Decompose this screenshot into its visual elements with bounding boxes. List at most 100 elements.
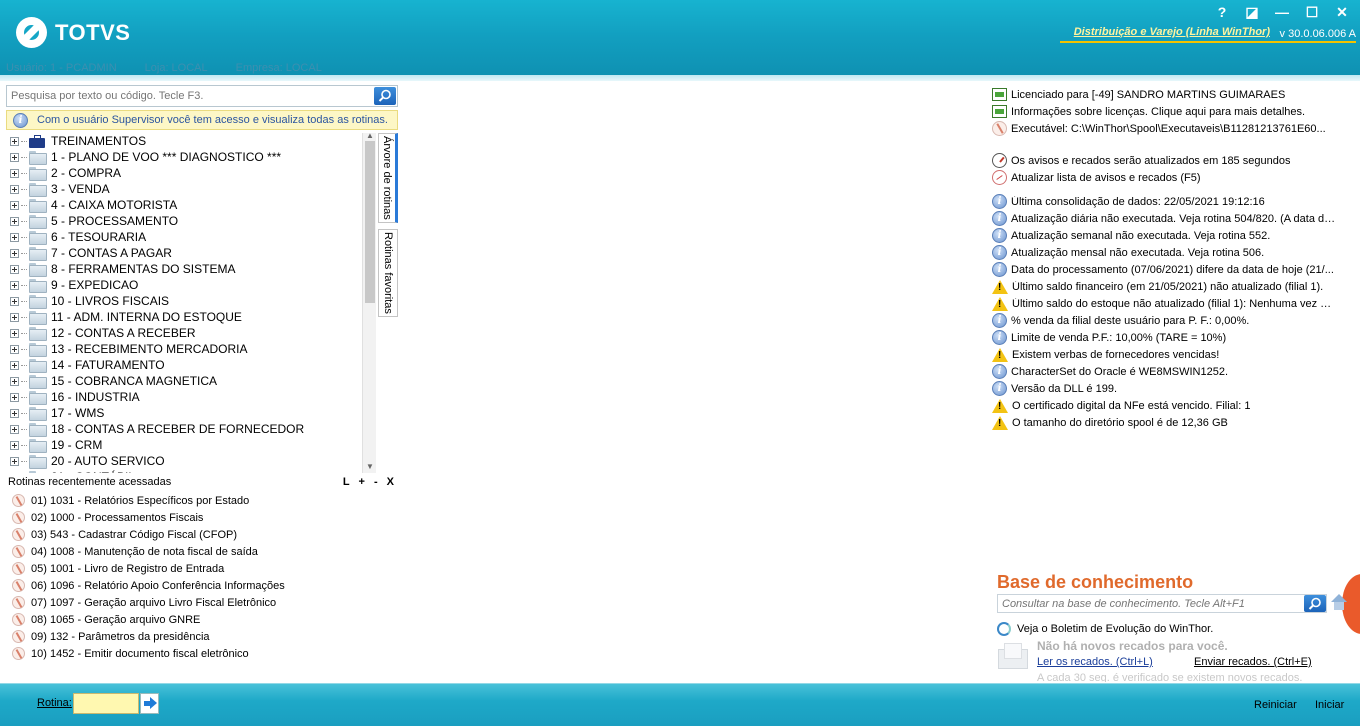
tree-scrollbar[interactable]: ▲ ▼ <box>362 131 376 473</box>
expand-icon[interactable] <box>10 328 19 338</box>
notice-item[interactable]: Data do processamento (07/06/2021) difer… <box>992 261 1337 278</box>
notice-item[interactable]: Atualização diária não executada. Veja r… <box>992 210 1337 227</box>
expand-icon[interactable] <box>10 152 19 162</box>
scroll-up-icon[interactable]: ▲ <box>366 131 374 140</box>
tree-item[interactable]: 18 - CONTAS A RECEBER DE FORNECEDOR <box>6 421 378 437</box>
read-messages-link[interactable]: Ler os recados. (Ctrl+L) <box>1037 656 1153 668</box>
tree-item[interactable]: TREINAMENTOS <box>6 133 378 149</box>
notice-text[interactable]: Atualizar lista de avisos e recados (F5) <box>1011 172 1201 184</box>
notice-text[interactable]: Último saldo do estoque não atualizado (… <box>1012 298 1337 310</box>
recent-expand-button[interactable]: + <box>359 476 365 488</box>
tree-item[interactable]: 16 - INDUSTRIA <box>6 389 378 405</box>
tree-item[interactable]: 14 - FATURAMENTO <box>6 357 378 373</box>
recent-routine-item[interactable]: 03) 543 - Cadastrar Código Fiscal (CFOP) <box>12 526 285 543</box>
notice-item[interactable]: Atualizar lista de avisos e recados (F5) <box>992 169 1337 186</box>
notice-item[interactable]: O tamanho do diretório spool é de 12,36 … <box>992 414 1337 431</box>
notice-item[interactable]: O certificado digital da NFe está vencid… <box>992 397 1337 414</box>
bulletin-text[interactable]: Veja o Boletim de Evolução do WinThor. <box>1017 623 1213 635</box>
home-icon[interactable] <box>1330 594 1348 612</box>
tree-item[interactable]: 10 - LIVROS FISCAIS <box>6 293 378 309</box>
notice-item[interactable]: Informações sobre licenças. Clique aqui … <box>992 103 1337 120</box>
notice-item[interactable]: Executável: C:\WinThor\Spool\Executaveis… <box>992 120 1337 137</box>
tree-item[interactable]: 8 - FERRAMENTAS DO SISTEMA <box>6 261 378 277</box>
notice-item[interactable]: Último saldo do estoque não atualizado (… <box>992 295 1337 312</box>
notice-text[interactable]: Licenciado para [-49] SANDRO MARTINS GUI… <box>1011 89 1285 101</box>
expand-icon[interactable] <box>10 312 19 322</box>
routine-go-button[interactable] <box>140 693 159 714</box>
knowledge-base-input[interactable] <box>998 595 1298 612</box>
expand-icon[interactable] <box>10 296 19 306</box>
minimize-button[interactable]: — <box>1274 4 1290 21</box>
expand-icon[interactable] <box>10 392 19 402</box>
notice-text[interactable]: Atualização semanal não executada. Veja … <box>1011 230 1270 242</box>
send-messages-link[interactable]: Enviar recados. (Ctrl+E) <box>1194 656 1312 668</box>
maximize-button[interactable]: ☐ <box>1304 4 1320 21</box>
tree-item[interactable]: 2 - COMPRA <box>6 165 378 181</box>
notice-item[interactable]: CharacterSet do Oracle é WE8MSWIN1252. <box>992 363 1337 380</box>
notice-item[interactable]: Os avisos e recados serão atualizados em… <box>992 152 1337 169</box>
notice-text[interactable]: O tamanho do diretório spool é de 12,36 … <box>1012 417 1228 429</box>
expand-icon[interactable] <box>10 184 19 194</box>
notice-text[interactable]: O certificado digital da NFe está vencid… <box>1012 400 1250 412</box>
expand-icon[interactable] <box>10 248 19 258</box>
recent-routine-item[interactable]: 07) 1097 - Geração arquivo Livro Fiscal … <box>12 594 285 611</box>
start-button[interactable]: Iniciar <box>1315 699 1344 711</box>
restart-button[interactable]: Reiniciar <box>1254 699 1297 711</box>
expand-icon[interactable] <box>10 344 19 354</box>
recent-routine-item[interactable]: 02) 1000 - Processamentos Fiscais <box>12 509 285 526</box>
close-button[interactable]: ✕ <box>1334 4 1350 21</box>
restore-button[interactable]: ◪ <box>1244 4 1260 21</box>
notice-text[interactable]: Versão da DLL é 199. <box>1011 383 1117 395</box>
recent-routine-item[interactable]: 05) 1001 - Livro de Registro de Entrada <box>12 560 285 577</box>
notice-text[interactable]: Data do processamento (07/06/2021) difer… <box>1011 264 1334 276</box>
expand-icon[interactable] <box>10 424 19 434</box>
tree-item[interactable]: 19 - CRM <box>6 437 378 453</box>
expand-icon[interactable] <box>10 200 19 210</box>
tree-item[interactable]: 9 - EXPEDICAO <box>6 277 378 293</box>
help-button[interactable]: ? <box>1214 4 1230 21</box>
expand-icon[interactable] <box>10 264 19 274</box>
notice-text[interactable]: Limite de venda P.F.: 10,00% (TARE = 10%… <box>1011 332 1226 344</box>
notice-item[interactable]: % venda da filial deste usuário para P. … <box>992 312 1337 329</box>
notice-text[interactable]: Informações sobre licenças. Clique aqui … <box>1011 106 1305 118</box>
notice-text[interactable]: Os avisos e recados serão atualizados em… <box>1011 155 1290 167</box>
tree-item[interactable]: 21 - CONTÁBIL <box>6 469 378 473</box>
tree-item[interactable]: 11 - ADM. INTERNA DO ESTOQUE <box>6 309 378 325</box>
recent-routine-item[interactable]: 09) 132 - Parâmetros da presidência <box>12 628 285 645</box>
tab-routine-tree[interactable]: Árvore de rotinas <box>378 133 398 223</box>
bulletin-link[interactable]: Veja o Boletim de Evolução do WinThor. <box>997 622 1213 636</box>
expand-icon[interactable] <box>10 168 19 178</box>
expand-icon[interactable] <box>10 280 19 290</box>
notice-item[interactable]: Versão da DLL é 199. <box>992 380 1337 397</box>
tree-item[interactable]: 17 - WMS <box>6 405 378 421</box>
recent-routine-item[interactable]: 04) 1008 - Manutenção de nota fiscal de … <box>12 543 285 560</box>
notice-item[interactable]: Licenciado para [-49] SANDRO MARTINS GUI… <box>992 86 1337 103</box>
tree-item[interactable]: 13 - RECEBIMENTO MERCADORIA <box>6 341 378 357</box>
notice-item[interactable]: Atualização mensal não executada. Veja r… <box>992 244 1337 261</box>
notice-text[interactable]: Atualização mensal não executada. Veja r… <box>1011 247 1264 259</box>
knowledge-base-search-button[interactable] <box>1304 595 1326 612</box>
routine-search-input[interactable] <box>7 86 367 106</box>
tab-favorite-routines[interactable]: Rotinas favoritas <box>378 229 398 317</box>
notice-item[interactable]: Existem verbas de fornecedores vencidas! <box>992 346 1337 363</box>
notice-item[interactable]: Atualização semanal não executada. Veja … <box>992 227 1337 244</box>
expand-icon[interactable] <box>10 376 19 386</box>
expand-icon[interactable] <box>10 456 19 466</box>
product-name-link[interactable]: Distribuição e Varejo (Linha WinThor) <box>1074 26 1270 38</box>
tree-item[interactable]: 6 - TESOURARIA <box>6 229 378 245</box>
tree-item[interactable]: 4 - CAIXA MOTORISTA <box>6 197 378 213</box>
recent-routine-item[interactable]: 10) 1452 - Emitir documento fiscal eletr… <box>12 645 285 662</box>
notice-text[interactable]: Existem verbas de fornecedores vencidas! <box>1012 349 1219 361</box>
recent-routine-item[interactable]: 06) 1096 - Relatório Apoio Conferência I… <box>12 577 285 594</box>
tree-item[interactable]: 15 - COBRANCA MAGNETICA <box>6 373 378 389</box>
routine-search-button[interactable] <box>374 87 396 105</box>
expand-icon[interactable] <box>10 440 19 450</box>
tree-item[interactable]: 12 - CONTAS A RECEBER <box>6 325 378 341</box>
notice-text[interactable]: % venda da filial deste usuário para P. … <box>1011 315 1249 327</box>
notice-item[interactable]: Limite de venda P.F.: 10,00% (TARE = 10%… <box>992 329 1337 346</box>
expand-icon[interactable] <box>10 472 19 473</box>
recent-routine-item[interactable]: 01) 1031 - Relatórios Específicos por Es… <box>12 492 285 509</box>
recent-clear-button[interactable]: L <box>343 476 350 488</box>
notice-text[interactable]: CharacterSet do Oracle é WE8MSWIN1252. <box>1011 366 1228 378</box>
notice-text[interactable]: Último saldo financeiro (em 21/05/2021) … <box>1012 281 1323 293</box>
